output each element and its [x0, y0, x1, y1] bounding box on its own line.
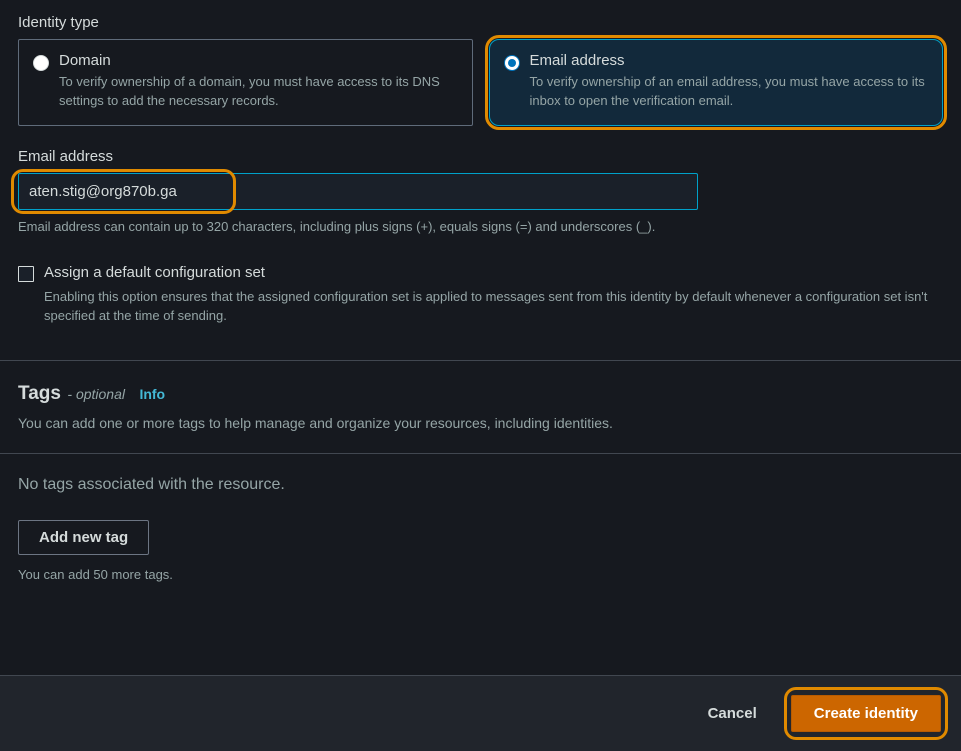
add-new-tag-button[interactable]: Add new tag — [18, 520, 149, 555]
radio-title-email: Email address — [530, 52, 929, 69]
config-set-checkbox[interactable] — [18, 266, 34, 282]
config-set-desc: Enabling this option ensures that the as… — [44, 287, 943, 326]
tags-heading: Tags — [18, 383, 61, 404]
radio-title-domain: Domain — [59, 52, 458, 69]
radio-card-email[interactable]: Email address To verify ownership of an … — [489, 39, 944, 126]
identity-type-radio-group: Domain To verify ownership of a domain, … — [18, 39, 943, 126]
no-tags-text: No tags associated with the resource. — [18, 476, 943, 494]
tags-optional-text: - optional — [67, 386, 125, 402]
identity-type-label: Identity type — [18, 14, 943, 31]
radio-desc-email: To verify ownership of an email address,… — [530, 73, 929, 111]
tags-info-link[interactable]: Info — [139, 386, 165, 402]
radio-desc-domain: To verify ownership of a domain, you mus… — [59, 73, 458, 111]
email-address-input[interactable] — [18, 173, 698, 210]
create-identity-button[interactable]: Create identity — [791, 695, 941, 732]
email-helper-text: Email address can contain up to 320 char… — [18, 218, 943, 236]
footer-bar: Cancel Create identity — [0, 675, 961, 751]
cancel-button[interactable]: Cancel — [694, 697, 771, 730]
tag-limit-text: You can add 50 more tags. — [18, 567, 943, 582]
email-address-label: Email address — [18, 148, 943, 165]
radio-circle-icon — [504, 55, 520, 71]
radio-circle-icon — [33, 55, 49, 71]
section-divider — [0, 453, 961, 454]
config-set-title: Assign a default configuration set — [44, 264, 943, 281]
radio-card-domain[interactable]: Domain To verify ownership of a domain, … — [18, 39, 473, 126]
tags-subheading: You can add one or more tags to help man… — [18, 415, 943, 431]
